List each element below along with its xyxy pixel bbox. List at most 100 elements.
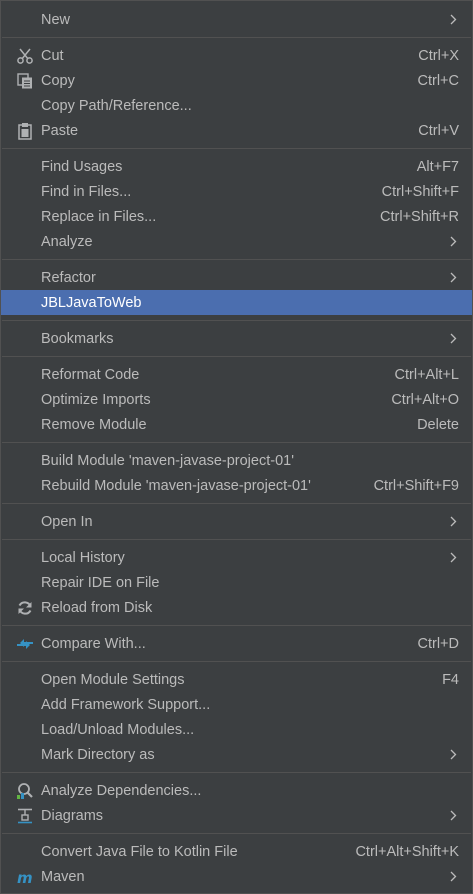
menu-item-label: Reload from Disk	[41, 599, 153, 616]
menu-separator	[2, 539, 471, 540]
menu-item-maven[interactable]: m Maven	[1, 864, 472, 889]
menu-item-rebuild-module[interactable]: Rebuild Module 'maven-javase-project-01'…	[1, 473, 472, 498]
menu-item-build-module[interactable]: Build Module 'maven-javase-project-01'	[1, 448, 472, 473]
menu-item-label: Repair IDE on File	[41, 574, 160, 591]
menu-item-label: Paste	[41, 122, 79, 139]
scissors-icon	[15, 46, 35, 66]
menu-item-label: Copy	[41, 72, 75, 89]
chevron-right-icon	[447, 748, 459, 762]
menu-item-label: Find Usages	[41, 158, 123, 175]
shortcut: Delete	[417, 416, 459, 433]
menu-item-compare-with[interactable]: Compare With... Ctrl+D	[1, 631, 472, 656]
menu-item-label: New	[41, 11, 71, 28]
menu-item-paste[interactable]: Paste Ctrl+V	[1, 118, 472, 143]
reload-icon	[15, 598, 35, 618]
menu-item-label: Refactor	[41, 269, 96, 286]
shortcut: Ctrl+Alt+Shift+K	[355, 843, 459, 860]
menu-item-diagrams[interactable]: Diagrams	[1, 803, 472, 828]
menu-item-optimize-imports[interactable]: Optimize Imports Ctrl+Alt+O	[1, 387, 472, 412]
menu-separator	[2, 148, 471, 149]
shortcut: Ctrl+Shift+R	[380, 208, 459, 225]
menu-item-convert-to-kotlin[interactable]: Convert Java File to Kotlin File Ctrl+Al…	[1, 839, 472, 864]
menu-item-jbljavatoweb[interactable]: JBLJavaToWeb	[1, 290, 472, 315]
menu-item-label: Compare With...	[41, 635, 146, 652]
menu-item-label: Find in Files...	[41, 183, 132, 200]
analyze-dependencies-icon	[15, 781, 35, 801]
menu-item-label: Optimize Imports	[41, 391, 151, 408]
menu-item-cut[interactable]: Cut Ctrl+X	[1, 43, 472, 68]
menu-item-repair-ide[interactable]: Repair IDE on File	[1, 570, 472, 595]
menu-item-add-framework-support[interactable]: Add Framework Support...	[1, 692, 472, 717]
menu-separator	[2, 442, 471, 443]
chevron-right-icon	[447, 515, 459, 529]
menu-separator	[2, 356, 471, 357]
menu-item-label: Build Module 'maven-javase-project-01'	[41, 452, 294, 469]
copy-icon	[15, 71, 35, 91]
menu-item-label: Bookmarks	[41, 330, 114, 347]
menu-item-refactor[interactable]: Refactor	[1, 265, 472, 290]
menu-item-label: Reformat Code	[41, 366, 140, 383]
menu-separator	[2, 772, 471, 773]
menu-item-label: Replace in Files...	[41, 208, 157, 225]
menu-item-label: JBLJavaToWeb	[41, 294, 142, 311]
menu-item-open-module-settings[interactable]: Open Module Settings F4	[1, 667, 472, 692]
shortcut: Ctrl+Alt+O	[391, 391, 459, 408]
menu-item-copy-path[interactable]: Copy Path/Reference...	[1, 93, 472, 118]
menu-item-find-usages[interactable]: Find Usages Alt+F7	[1, 154, 472, 179]
menu-item-remove-module[interactable]: Remove Module Delete	[1, 412, 472, 437]
menu-item-analyze[interactable]: Analyze	[1, 229, 472, 254]
menu-item-analyze-dependencies[interactable]: Analyze Dependencies...	[1, 778, 472, 803]
menu-separator	[2, 625, 471, 626]
menu-item-label: Copy Path/Reference...	[41, 97, 192, 114]
menu-item-load-unload-modules[interactable]: Load/Unload Modules...	[1, 717, 472, 742]
menu-item-label: Convert Java File to Kotlin File	[41, 843, 238, 860]
shortcut: Ctrl+Shift+F	[381, 183, 459, 200]
menu-item-label: Maven	[41, 868, 85, 885]
menu-item-local-history[interactable]: Local History	[1, 545, 472, 570]
diagram-icon	[15, 806, 35, 826]
shortcut: Ctrl+Shift+F9	[373, 477, 459, 494]
chevron-right-icon	[447, 13, 459, 27]
maven-icon: m	[15, 867, 35, 887]
menu-item-label: Diagrams	[41, 807, 104, 824]
shortcut: F4	[442, 671, 459, 688]
context-menu: New Cut Ctrl+X Copy Ctrl+C Copy Path/Ref…	[0, 0, 473, 894]
menu-item-label: Local History	[41, 549, 125, 566]
menu-item-mark-directory-as[interactable]: Mark Directory as	[1, 742, 472, 767]
menu-item-reload-from-disk[interactable]: Reload from Disk	[1, 595, 472, 620]
menu-item-bookmarks[interactable]: Bookmarks	[1, 326, 472, 351]
chevron-right-icon	[447, 332, 459, 346]
menu-item-label: Analyze Dependencies...	[41, 782, 202, 799]
menu-item-replace-in-files[interactable]: Replace in Files... Ctrl+Shift+R	[1, 204, 472, 229]
menu-item-label: Open Module Settings	[41, 671, 185, 688]
menu-item-label: Load/Unload Modules...	[41, 721, 195, 738]
menu-separator	[2, 833, 471, 834]
menu-item-label: Mark Directory as	[41, 746, 155, 763]
clipboard-icon	[15, 121, 35, 141]
menu-item-new[interactable]: New	[1, 7, 472, 32]
shortcut: Ctrl+D	[417, 635, 460, 652]
menu-separator	[2, 661, 471, 662]
menu-item-open-in[interactable]: Open In	[1, 509, 472, 534]
menu-separator	[2, 259, 471, 260]
menu-item-label: Analyze	[41, 233, 93, 250]
menu-item-label: Cut	[41, 47, 64, 64]
shortcut: Ctrl+Alt+L	[394, 366, 459, 383]
shortcut: Alt+F7	[416, 158, 459, 175]
shortcut: Ctrl+V	[418, 122, 459, 139]
menu-item-reformat-code[interactable]: Reformat Code Ctrl+Alt+L	[1, 362, 472, 387]
menu-item-copy[interactable]: Copy Ctrl+C	[1, 68, 472, 93]
chevron-right-icon	[447, 809, 459, 823]
menu-separator	[2, 320, 471, 321]
chevron-right-icon	[447, 870, 459, 884]
chevron-right-icon	[447, 235, 459, 249]
menu-item-label: Add Framework Support...	[41, 696, 211, 713]
menu-item-find-in-files[interactable]: Find in Files... Ctrl+Shift+F	[1, 179, 472, 204]
compare-arrows-icon	[15, 634, 35, 654]
shortcut: Ctrl+X	[418, 47, 459, 64]
svg-text:m: m	[17, 869, 33, 886]
menu-item-label: Rebuild Module 'maven-javase-project-01'	[41, 477, 311, 494]
chevron-right-icon	[447, 551, 459, 565]
menu-separator	[2, 37, 471, 38]
chevron-right-icon	[447, 271, 459, 285]
